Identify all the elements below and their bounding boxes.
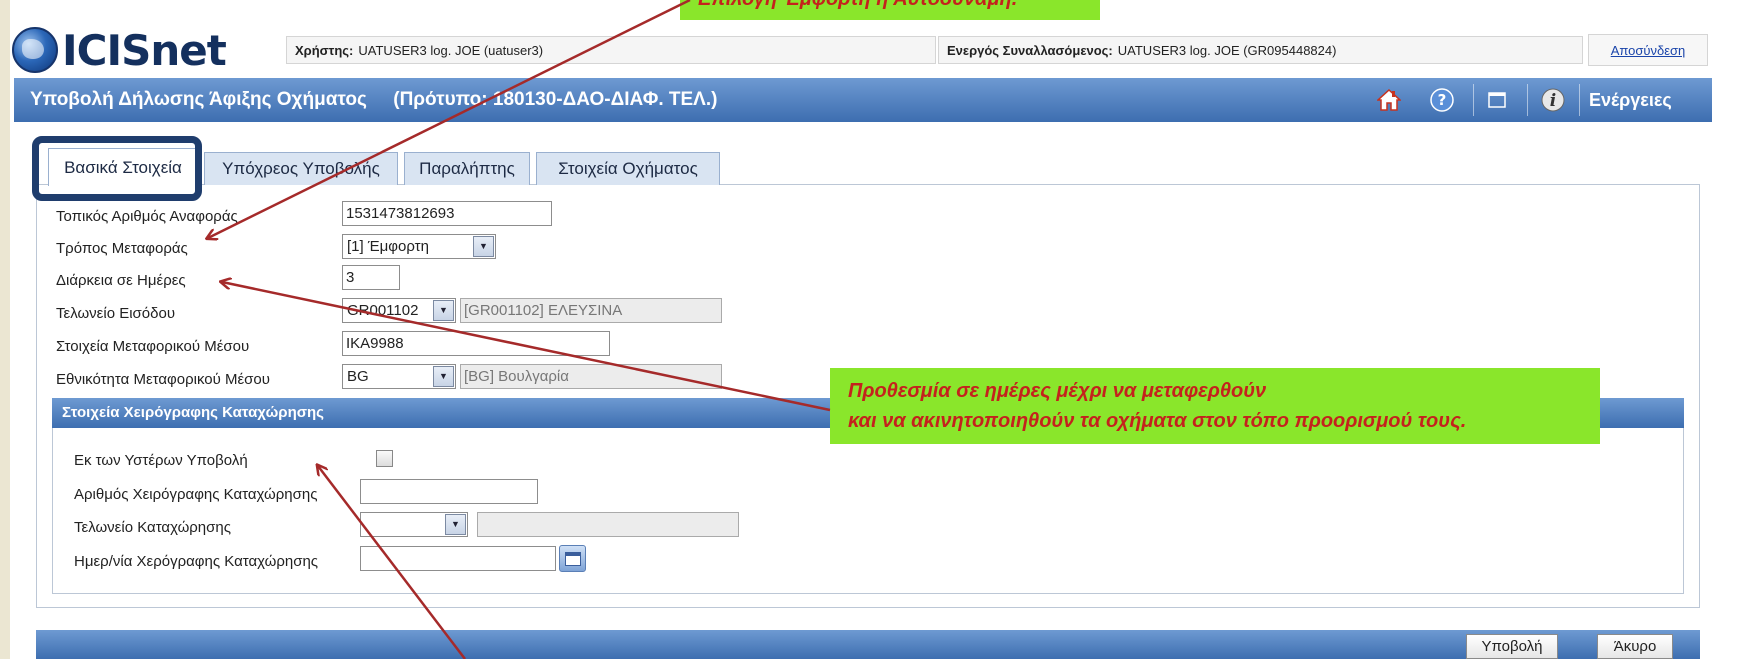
- late-submission-checkbox[interactable]: [376, 450, 393, 467]
- page-title: Υποβολή Δήλωσης Άφιξης Οχήματος (Πρότυπο…: [30, 89, 717, 111]
- separator: [1579, 84, 1580, 116]
- left-page-edge: [0, 0, 10, 659]
- duration-callout-line2: και να ακινητοποιηθούν τα οχήματα στον τ…: [848, 410, 1467, 432]
- bottom-action-bar: [36, 630, 1700, 659]
- vehicle-id-input[interactable]: IKA9988: [342, 331, 610, 356]
- entry-office-label: Τελωνείο Εισόδου: [56, 305, 176, 322]
- chevron-down-icon[interactable]: ▼: [473, 236, 494, 257]
- registration-office-label: Τελωνείο Καταχώρησης: [74, 519, 231, 536]
- trader-label: Ενεργός Συναλλασόμενος:: [947, 42, 1113, 58]
- chevron-down-icon[interactable]: ▼: [433, 366, 454, 387]
- duration-input[interactable]: 3: [342, 265, 400, 290]
- registration-office-description: [477, 512, 739, 537]
- manual-number-input[interactable]: [360, 479, 538, 504]
- transport-mode-callout: Επιλογή Έμφορτη ή Αυτοδύναμη.: [680, 0, 1100, 20]
- info-icon[interactable]: i: [1540, 87, 1566, 113]
- entry-office-select[interactable]: GR001102 ▼: [342, 298, 456, 323]
- tab-highlight-box: [32, 136, 202, 201]
- icisnet-logo: ICISnet: [12, 22, 227, 78]
- nationality-description: [BG] Βουλγαρία: [460, 364, 722, 389]
- user-value: UATUSER3 log. JOE (uatuser3): [358, 42, 544, 58]
- chevron-down-icon[interactable]: ▼: [445, 514, 466, 535]
- trader-value: UATUSER3 log. JOE (GR095448824): [1117, 42, 1337, 58]
- duration-label: Διάρκεια σε Ημέρες: [56, 272, 186, 289]
- window-icon[interactable]: [1484, 87, 1510, 113]
- cancel-button[interactable]: Άκυρο: [1597, 634, 1673, 659]
- logout-link[interactable]: Αποσύνδεση: [1588, 34, 1708, 66]
- nationality-label: Εθνικότητα Μεταφορικού Μέσου: [56, 371, 270, 388]
- svg-text:i: i: [1550, 91, 1556, 111]
- page-title-text: Υποβολή Δήλωσης Άφιξης Οχήματος: [30, 89, 367, 110]
- chevron-down-icon[interactable]: ▼: [433, 300, 454, 321]
- late-submission-label: Εκ των Υστέρων Υποβολή: [74, 452, 248, 469]
- duration-callout-line1: Προθεσμία σε ημέρες μέχρι να μεταφερθούν: [848, 380, 1267, 402]
- svg-text:?: ?: [1438, 91, 1447, 109]
- registration-office-select[interactable]: ▼: [360, 512, 468, 537]
- transport-mode-value: [1] Έμφορτη: [347, 238, 429, 255]
- separator: [1473, 84, 1474, 116]
- tab-declarant[interactable]: Υπόχρεος Υποβολής: [204, 152, 398, 185]
- vehicle-id-label: Στοιχεία Μεταφορικού Μέσου: [56, 338, 250, 355]
- transport-mode-label: Τρόπος Μεταφοράς: [56, 240, 188, 257]
- user-info: Χρήστης: UATUSER3 log. JOE (uatuser3): [286, 36, 936, 64]
- help-icon[interactable]: ?: [1429, 87, 1455, 113]
- manual-date-label: Ημερ/νία Χερόγραφης Καταχώρησης: [74, 553, 319, 570]
- manual-date-input[interactable]: [360, 546, 556, 571]
- manual-number-label: Αριθμός Χειρόγραφης Καταχώρησης: [74, 486, 318, 503]
- tab-vehicle-info[interactable]: Στοιχεία Οχήματος: [536, 152, 720, 185]
- globe-icon: [12, 27, 58, 73]
- logo-text: ICISnet: [62, 25, 227, 75]
- actions-menu[interactable]: Ενέργειες: [1589, 90, 1672, 111]
- nationality-select[interactable]: BG ▼: [342, 364, 456, 389]
- calendar-icon[interactable]: [559, 545, 586, 572]
- entry-office-code: GR001102: [347, 302, 419, 319]
- home-icon[interactable]: [1376, 87, 1402, 113]
- local-ref-label: Τοπικός Αριθμός Αναφοράς: [56, 208, 238, 225]
- title-bar: Υποβολή Δήλωσης Άφιξης Οχήματος (Πρότυπο…: [14, 78, 1712, 122]
- template-name: (Πρότυπο: 180130-ΔΑΟ-ΔΙΑΦ. ΤΕΛ.): [393, 89, 718, 110]
- local-ref-input[interactable]: 1531473812693: [342, 201, 552, 226]
- duration-callout: Προθεσμία σε ημέρες μέχρι να μεταφερθούν…: [830, 368, 1600, 444]
- trader-info: Ενεργός Συναλλασόμενος: UATUSER3 log. JO…: [938, 36, 1583, 64]
- user-label: Χρήστης:: [295, 42, 354, 58]
- transport-mode-select[interactable]: [1] Έμφορτη ▼: [342, 234, 496, 259]
- tab-consignee[interactable]: Παραλήπτης: [404, 152, 530, 185]
- submit-button[interactable]: Υποβολή: [1466, 634, 1558, 659]
- nationality-code: BG: [347, 368, 369, 385]
- entry-office-description: [GR001102] ΕΛΕΥΣΙΝΑ: [460, 298, 722, 323]
- separator: [1527, 84, 1528, 116]
